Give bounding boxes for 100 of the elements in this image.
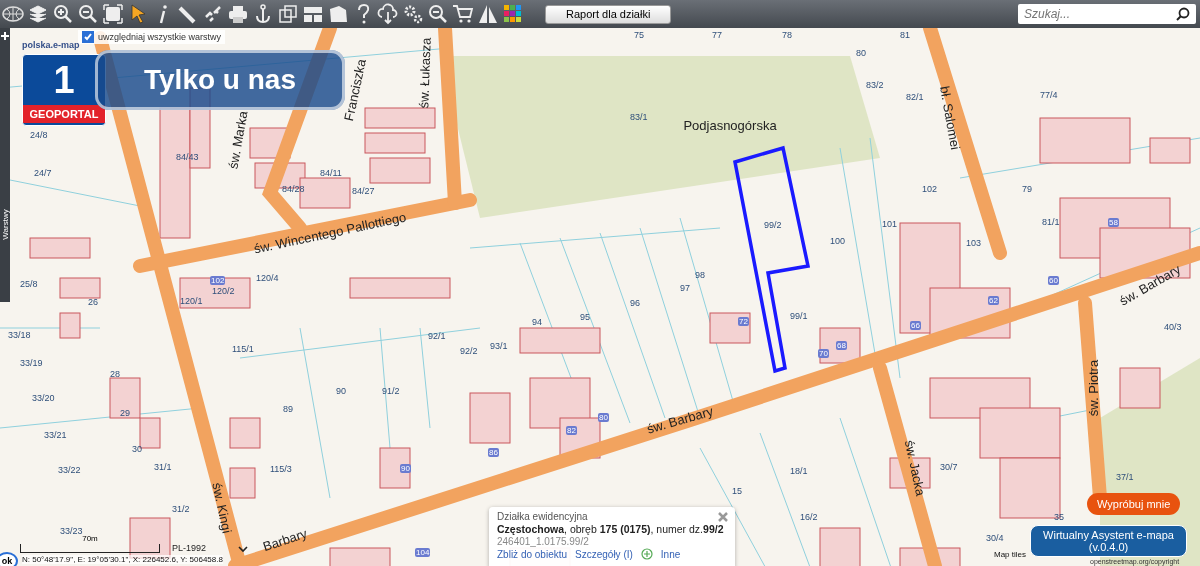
ok-button[interactable]: ok [0,552,18,566]
parcel-number: 31/2 [172,504,190,514]
parcel-number: 30 [132,444,142,454]
report-button[interactable]: Raport dla działki [545,4,672,24]
settings-icon[interactable] [402,3,425,25]
parcel-number: 80 [856,48,866,58]
parcel-number: 92/1 [428,331,446,341]
parcel-number: 30/4 [986,533,1004,543]
parcel-number: 24/7 [34,168,52,178]
parcel-number: 120/1 [180,296,203,306]
house-number: 68 [836,341,847,350]
street-label: Barbary [261,525,309,555]
parcel-number: 26 [88,297,98,307]
street-label: św. Jacka [901,438,929,498]
chevron-down-icon[interactable] [238,546,249,553]
parcel-number: 33/22 [58,465,81,475]
search-field[interactable]: Szukaj... [1018,4,1196,24]
street-label: Podjasnogórska [683,117,777,133]
parcel-number: 115/1 [232,344,254,354]
parcel-number: 31/1 [154,462,172,472]
house-number: 58 [1108,218,1119,227]
assistant-button[interactable]: Wirtualny Asystent e-mapa (v.0.4.0) [1030,525,1187,557]
windows-icon[interactable] [277,3,300,25]
house-number: 70 [818,349,829,358]
coordinates: N: 50°48'17.9", E: 19°05'30.1", X: 226452.6, Y: 506458.8 [22,555,223,564]
checkbox-label: uwzględniaj wszystkie warstwy [98,32,222,42]
parcel-number: 89 [283,404,293,414]
parcel-number: 84/43 [176,152,199,162]
parcel-number: 33/23 [60,526,83,536]
parcel-number: 30/7 [940,462,958,472]
parcel-number: 84/28 [282,184,305,194]
parcel-number: 16/2 [800,512,818,522]
layers-checkbox[interactable]: uwzględniaj wszystkie warstwy [78,30,226,44]
fit-frame-icon[interactable] [102,3,125,25]
parcel-number: 98 [695,270,705,280]
parcel-number: 24/8 [30,130,48,140]
parcel-number: 83/1 [630,112,648,122]
house-number: 102 [210,276,226,285]
house-number: 66 [910,321,921,330]
parcel-description: Częstochowa, obręb 175 (0175), numer dz.99/2 [497,523,725,535]
parcel-number: 120/2 [212,286,235,296]
parcel-number: 77 [712,30,722,40]
street-label: św. Barbary [645,403,715,437]
parcel-number: 96 [630,298,640,308]
parcel-number: 18/1 [790,466,808,476]
site-name: polska.e-map [22,40,80,50]
popup-link[interactable]: Zbliż do obiektu [497,548,568,560]
triangle-icon[interactable] [477,3,500,25]
promo-banner[interactable]: Tylko u nas [95,50,345,110]
parcel-number: 33/19 [20,358,43,368]
print-icon[interactable] [227,3,250,25]
parcel-number: 83/2 [866,80,884,90]
search-icon[interactable] [1176,7,1190,21]
cart-icon[interactable] [452,3,475,25]
parcel-number: 33/20 [32,393,55,403]
parcel-number: 77/4 [1040,90,1058,100]
parcel-number: 25/8 [20,279,38,289]
popup-link[interactable]: Szczegóły (I) [575,548,633,560]
layers-tab[interactable]: Warstwy [0,209,10,240]
street-label: św. Kingi [209,481,235,535]
checkbox[interactable] [82,31,94,43]
parcel-number: 84/11 [320,168,342,178]
projection-select[interactable]: PL-1992 [172,543,207,553]
street-label: św. Piotra [1085,359,1101,417]
parcel-number: 81/1 [1042,217,1060,227]
street-label: bł. Salomei [937,85,963,151]
attribution-text: Map tiles [994,550,1026,559]
parcel-number: 97 [680,283,690,293]
parcel-number: 33/21 [44,430,67,440]
logo-number: 1 [53,58,75,103]
popup-title: Działka ewidencyjna [497,511,589,522]
house-number: 80 [598,413,609,422]
parcel-number: 90 [336,386,346,396]
add-icon[interactable] [640,548,653,560]
parcel-number: 82/1 [906,92,924,102]
house-number: 72 [738,317,749,326]
house-number: 60 [1048,276,1059,285]
house-number: 86 [488,448,499,457]
parcel-number: 28 [110,369,120,379]
parcel-number: 40/3 [1164,322,1182,332]
close-icon[interactable] [717,511,729,523]
cloud-download-icon[interactable] [377,3,400,25]
house-number: 82 [566,426,577,435]
parcel-number: 95 [580,312,590,322]
popup-link[interactable]: Inne [660,548,681,560]
parcel-number: 93/1 [490,341,508,351]
plus-icon[interactable] [1,32,9,40]
parcel-number: 115/3 [270,464,292,474]
shape-icon[interactable] [327,3,350,25]
parcel-number: 33/18 [8,330,31,340]
house-number: 62 [988,296,999,305]
street-label: św. Marka [225,109,251,171]
try-me-bubble[interactable]: Wypróbuj mnie [1087,493,1181,515]
house-number: 104 [415,548,431,557]
parcel-number: 99/1 [790,311,808,321]
parcel-number: 75 [634,30,644,40]
globe-icon[interactable] [2,3,25,25]
parcel-number: 81 [900,30,910,40]
parcel-number: 35 [1054,512,1064,522]
parcel-identifier: 246401_1.0175.99/2 [497,536,590,547]
